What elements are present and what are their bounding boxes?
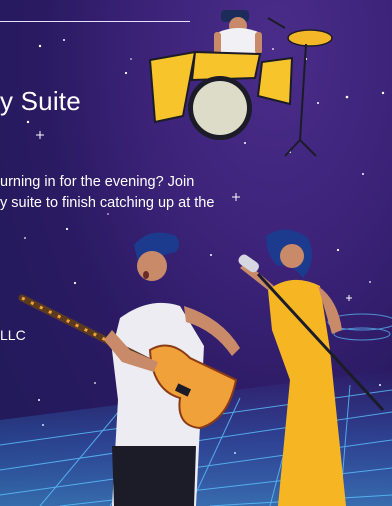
- slide-body: urning in for the evening? Join y suite …: [0, 172, 300, 214]
- concert-illustration: [0, 10, 392, 506]
- drummer-illustration: [148, 10, 333, 157]
- company-name: LLC: [0, 327, 26, 343]
- slide-title: y Suite: [0, 86, 81, 116]
- body-line-2: y suite to finish catching up at the: [0, 195, 215, 211]
- body-line-1: urning in for the evening? Join: [0, 174, 195, 190]
